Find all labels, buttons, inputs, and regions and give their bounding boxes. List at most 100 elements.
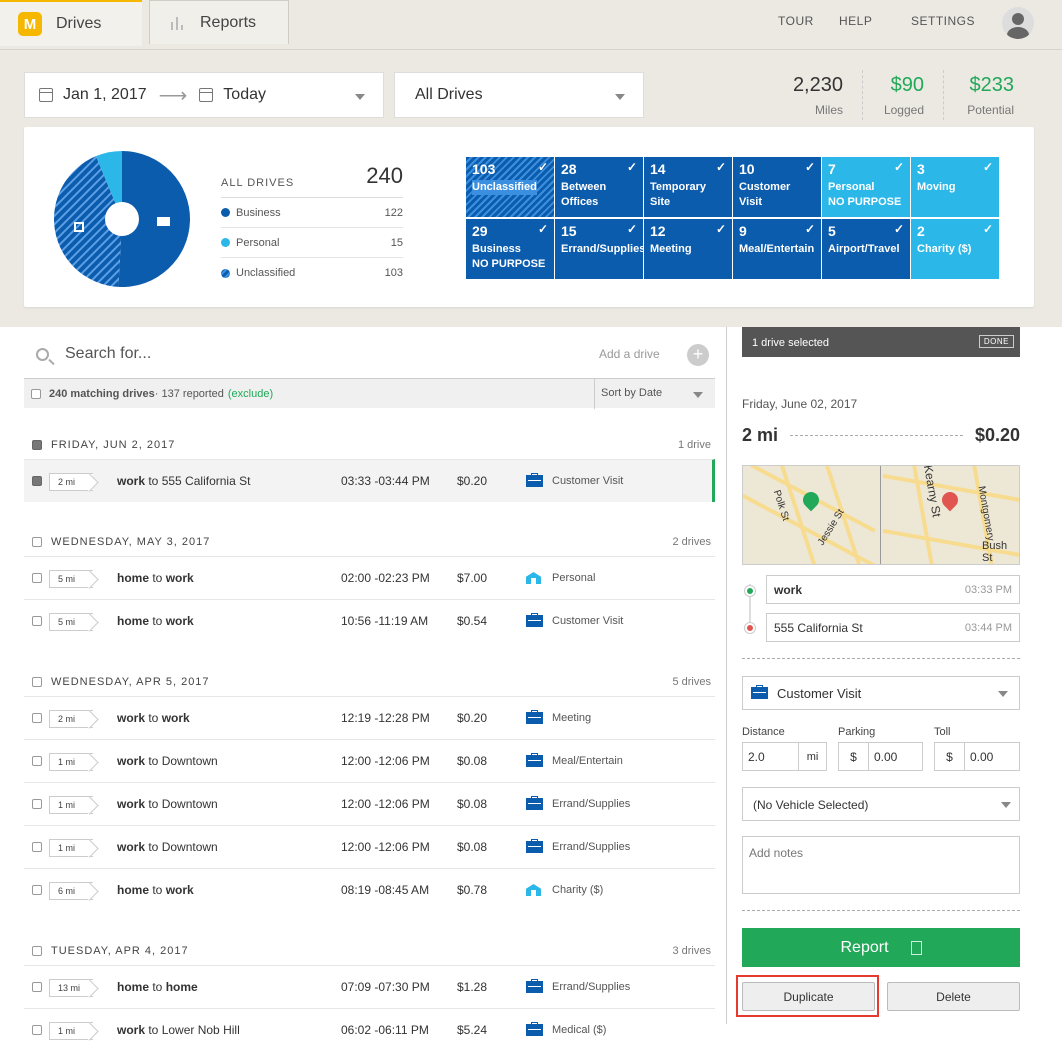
legend-unclassified[interactable]: Unclassified 103 [221,258,403,288]
drive-row[interactable]: 1 mi work to Downtown 12:00 -12:06 PM $0.08… [24,825,715,868]
category-tile[interactable]: ✓ 28 Between Offices [555,157,643,217]
drive-checkbox[interactable] [32,573,42,583]
group-checkbox[interactable] [32,946,42,956]
drive-category[interactable]: Customer Visit [526,613,623,627]
category-tile[interactable]: ✓ 15 Errand/Supplies [555,219,645,279]
parking-field[interactable]: $ 0.00 [838,742,923,771]
drive-filter-value: All Drives [415,86,483,103]
category-tile[interactable]: ✓ 12 Meeting [644,219,732,279]
category-tile[interactable]: ✓ 10 Customer Visit [733,157,821,217]
drive-row[interactable]: 2 mi work to 555 California St 03:33 -03:4… [24,459,715,502]
category-tile[interactable]: ✓ 5 Airport/Travel [822,219,910,279]
nav-help[interactable]: HELP [839,14,872,28]
drive-category[interactable]: Meeting [526,710,591,724]
end-dot-icon [745,623,755,633]
tile-count: 12 [650,223,666,239]
drive-row[interactable]: 5 mi home to work 02:00 -02:23 PM $7.00 Pers… [24,556,715,599]
drive-row[interactable]: 2 mi work to work 12:19 -12:28 PM $0.20 Meet… [24,696,715,739]
report-button[interactable]: Report [742,928,1020,967]
distance-field[interactable]: 2.0 mi [742,742,827,771]
category-tile[interactable]: ✓ 2 Charity ($) [911,219,999,279]
tile-label: Meal/Entertain [739,243,815,255]
stat-potential-value: $233 [969,74,1015,96]
date-from[interactable]: Jan 1, 2017 [63,86,147,104]
route-to: home [165,980,198,994]
vehicle-select[interactable]: (No Vehicle Selected) [742,787,1020,821]
route-from: work [117,754,146,768]
drive-checkbox[interactable] [32,756,42,766]
drive-row[interactable]: 1 mi work to Downtown 12:00 -12:06 PM $0.08… [24,782,715,825]
highlight-box [736,975,879,1017]
done-button[interactable]: DONE [978,335,1014,348]
group-date: WEDNESDAY, APR 5, 2017 [51,676,210,688]
search-bar[interactable]: Search for... [36,345,151,363]
nav-tour[interactable]: TOUR [778,14,814,28]
drive-row[interactable]: 13 mi home to home 07:09 -07:30 PM $1.28 Err… [24,965,715,1008]
drive-row[interactable]: 5 mi home to work 10:56 -11:19 AM $0.54 Cust… [24,599,715,642]
drive-price: $0.54 [457,614,488,628]
toll-field[interactable]: $ 0.00 [934,742,1020,771]
end-location-field[interactable]: 555 California St 03:44 PM [766,613,1020,642]
divider [943,70,944,120]
drive-category[interactable]: Charity ($) [526,884,603,896]
toll-input[interactable]: 0.00 [965,750,993,764]
drive-checkbox[interactable] [32,476,42,486]
distance-input[interactable]: 2.0 [743,750,798,764]
group-checkbox[interactable] [32,537,42,547]
drive-category[interactable]: Personal [526,572,595,584]
drive-filter-select[interactable]: All Drives [394,72,644,118]
drive-category[interactable]: Customer Visit [526,473,623,487]
category-select[interactable]: Customer Visit [742,676,1020,710]
legend-personal[interactable]: Personal 15 [221,228,403,258]
delete-button[interactable]: Delete [887,982,1020,1011]
category-tile[interactable]: ✓ 3 Moving [911,157,999,217]
category-tile[interactable]: ✓ 9 Meal/Entertain [733,219,821,279]
start-location-field[interactable]: work 03:33 PM [766,575,1020,604]
legend-business[interactable]: Business 122 [221,198,403,228]
date-range-picker[interactable]: Jan 1, 2017 ⟶ Today [24,72,384,118]
group-checkbox[interactable] [32,677,42,687]
drive-row[interactable]: 1 mi work to Downtown 12:00 -12:06 PM $0.08… [24,739,715,782]
drive-category[interactable]: Meal/Entertain [526,753,623,767]
user-avatar[interactable] [1002,7,1034,39]
category-tile[interactable]: ✓ 14 Temporary Site [644,157,732,217]
add-drive-link[interactable]: Add a drive [599,347,660,361]
tab-reports[interactable]: Reports [149,0,289,44]
house-icon [526,572,541,584]
exclude-link[interactable]: (exclude) [228,388,273,400]
nav-settings[interactable]: SETTINGS [911,14,975,28]
route-map[interactable]: Polk St Jessie St Kearny St Montgomery B… [742,465,1020,565]
drive-checkbox[interactable] [32,982,42,992]
category-tile[interactable]: ✓ 7 Personal NO PURPOSE [822,157,910,217]
drive-price: $0.78 [457,883,488,897]
date-to[interactable]: Today [223,86,266,104]
drive-category[interactable]: Errand/Supplies [526,839,630,853]
category-tile[interactable]: ✓ 29 Business NO PURPOSE [466,219,554,279]
drive-category[interactable]: Medical ($) [526,1022,606,1036]
stat-miles-label: Miles [814,103,843,117]
drive-checkbox[interactable] [32,713,42,723]
parking-input[interactable]: 0.00 [869,750,897,764]
drive-row[interactable]: 1 mi work to Lower Nob Hill 06:02 -06:11 P… [24,1008,715,1051]
drive-checkbox[interactable] [32,842,42,852]
select-all-checkbox[interactable] [31,388,41,399]
search-input[interactable]: Search for... [65,345,151,363]
drive-category[interactable]: Errand/Supplies [526,979,630,993]
sort-select[interactable]: Sort by Date [594,379,715,409]
tab-drives[interactable]: M Drives [0,0,142,46]
add-drive-plus-icon[interactable]: + [687,344,709,366]
drive-checkbox[interactable] [32,885,42,895]
notes-textarea[interactable]: Add notes [742,836,1020,894]
briefcase-icon [526,753,543,767]
category-tile[interactable]: ✓ 103 Unclassified [466,157,554,217]
drive-row[interactable]: 6 mi home to work 08:19 -08:45 AM $0.78 Char… [24,868,715,911]
drive-checkbox[interactable] [32,799,42,809]
drive-checkbox[interactable] [32,1025,42,1035]
drive-checkbox[interactable] [32,616,42,626]
search-icon [36,347,49,361]
route-from: home [117,883,150,897]
tile-label: Personal [828,181,875,193]
group-checkbox[interactable] [32,440,42,450]
drive-category[interactable]: Errand/Supplies [526,796,630,810]
route-from: work [117,474,146,488]
